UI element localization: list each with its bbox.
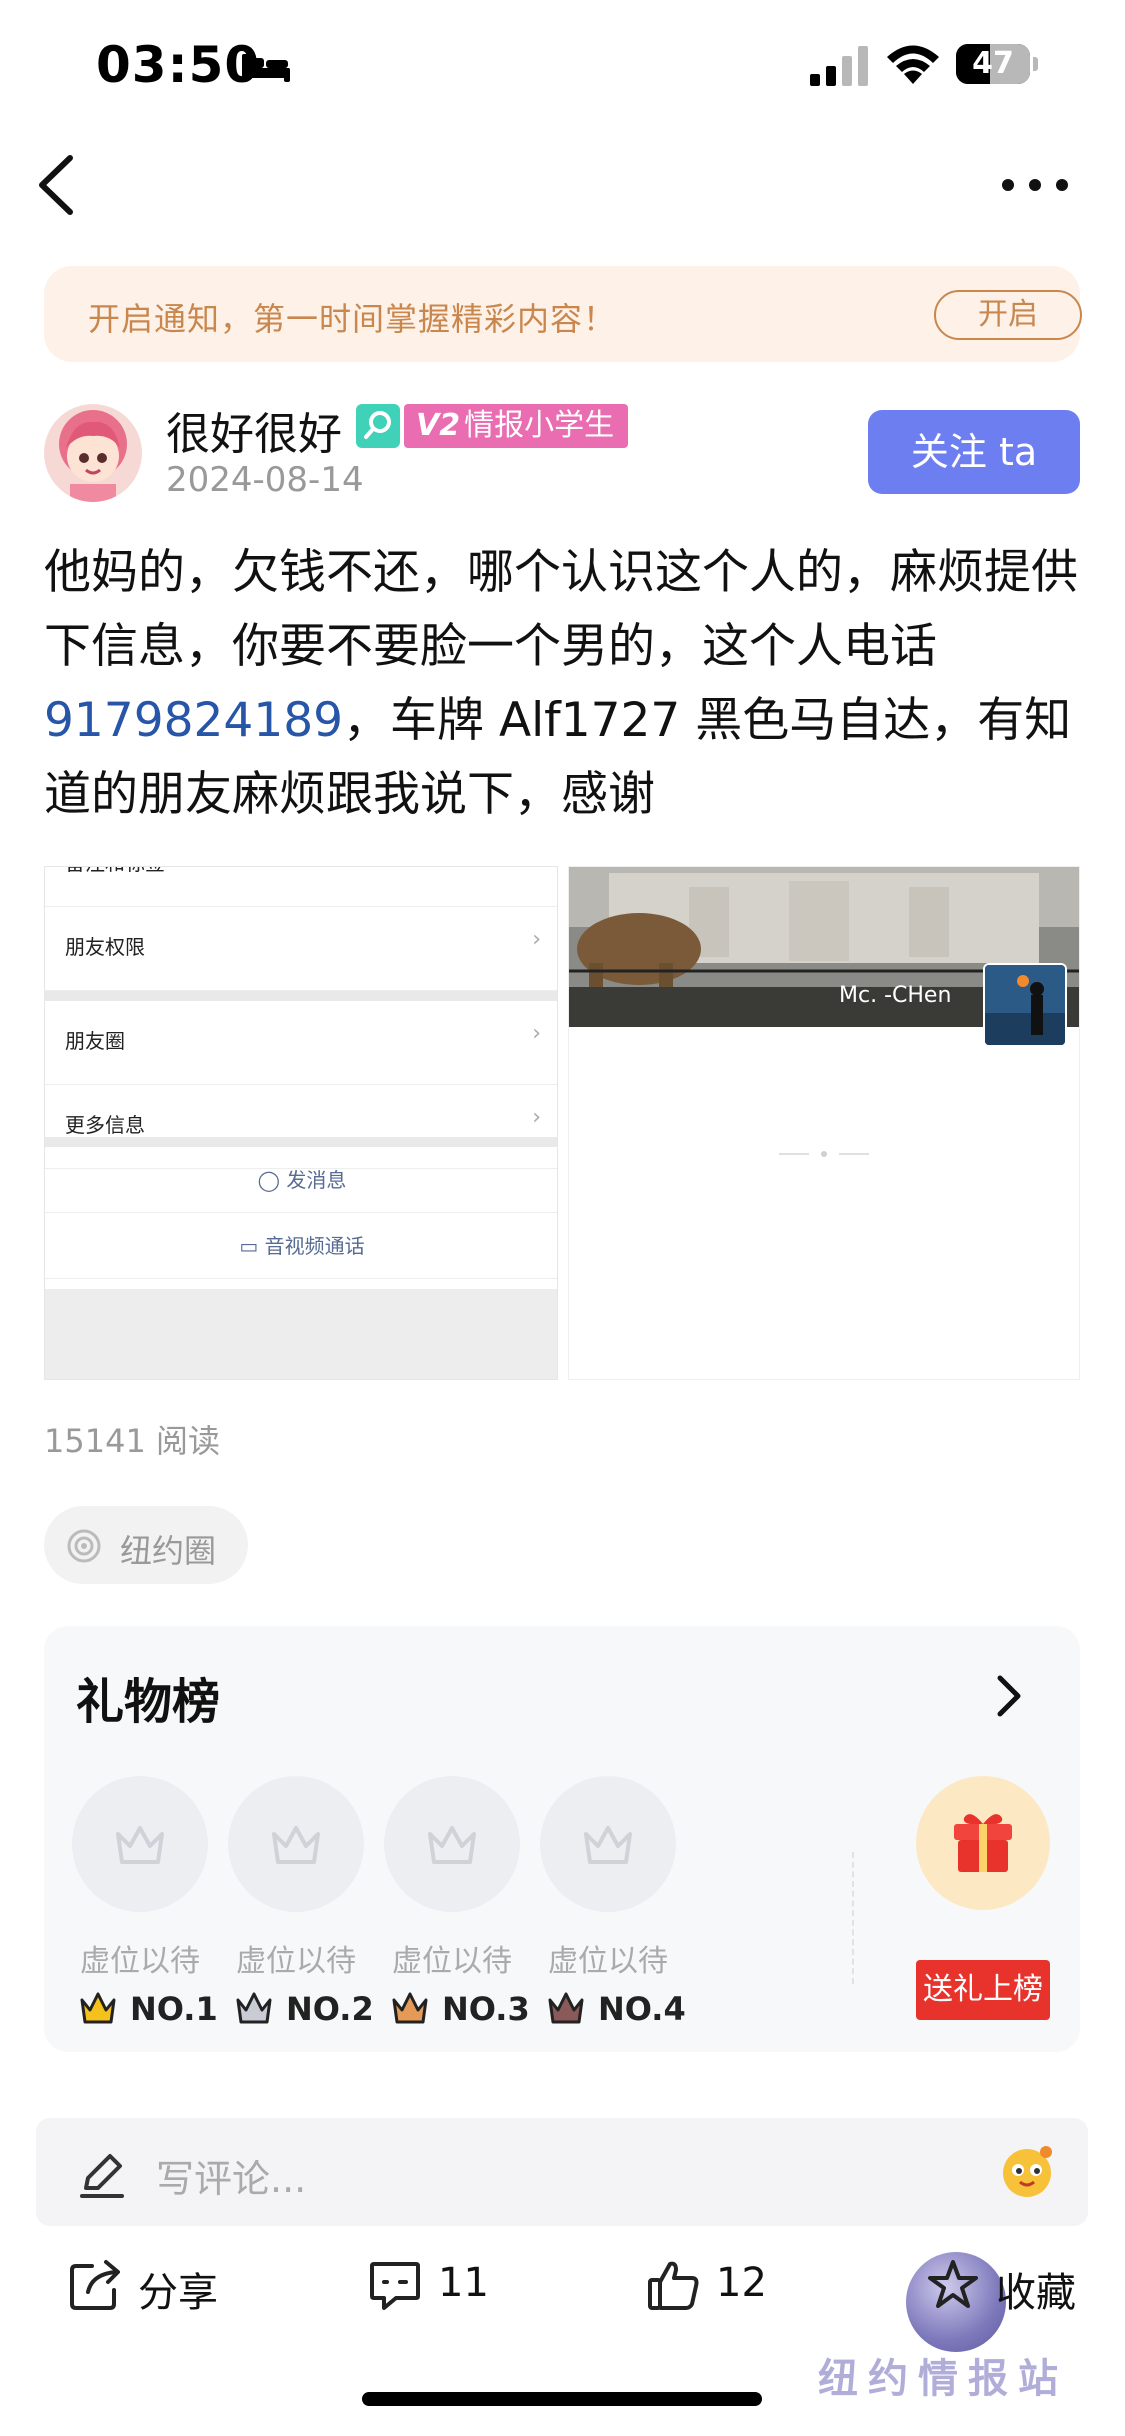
rank-crown-icon <box>236 1992 272 2024</box>
topic-tag[interactable]: 纽约圈 <box>44 1506 248 1584</box>
seat-rank: NO.1 <box>78 1988 228 2032</box>
rank-crown-icon <box>548 1992 584 2024</box>
level-prefix: V2 <box>416 408 461 443</box>
post-content: 他妈的，欠钱不还，哪个认识这个人的，麻烦提供下信息，你要不要脸一个男的，这个人电… <box>44 536 1084 832</box>
share-label: 分享 <box>138 2270 218 2316</box>
seat-rank: NO.4 <box>546 1988 696 2032</box>
star-icon <box>928 2260 978 2308</box>
pen-icon <box>80 2154 124 2198</box>
loading-indicator <box>779 1151 869 1157</box>
back-icon[interactable] <box>28 150 88 220</box>
crown-placeholder-icon <box>116 1826 164 1864</box>
post-date: 2024-08-14 <box>166 460 364 500</box>
topic-circle-icon <box>67 1529 101 1563</box>
user-level-badge: V2 情报小学生 <box>404 404 629 448</box>
video-icon: ▭ <box>239 1234 265 1258</box>
screenshot-row: 朋友权限 › <box>45 907 557 991</box>
read-count: 15141 阅读 <box>44 1422 220 1460</box>
status-bar: 03:50 47 <box>0 0 1125 130</box>
moments-username: Mc. -CHen <box>839 983 952 1008</box>
emoji-icon[interactable] <box>996 2140 1058 2202</box>
gift-leaderboard: 礼物榜 虚位以待 NO.1 虚位以待 NO.2 虚位以待 NO.3 虚位以待 N… <box>44 1626 1080 2052</box>
seat-label: 虚位以待 <box>548 1944 668 1979</box>
screenshot-send-message: ◯ 发消息 <box>45 1147 557 1213</box>
rank-crown-icon <box>80 1992 116 2024</box>
battery-indicator: 47 <box>956 44 1038 84</box>
gift-divider <box>852 1852 854 1984</box>
search-badge-icon <box>356 404 400 448</box>
share-icon <box>70 2260 120 2310</box>
favorite-label: 收藏 <box>996 2270 1076 2316</box>
screenshot-row: 备注和标签› <box>45 867 557 907</box>
send-gift-button[interactable]: 送礼上榜 <box>916 1960 1050 2020</box>
notification-text: 开启通知，第一时间掌握精彩内容！ <box>88 300 617 338</box>
seat-label: 虚位以待 <box>80 1944 200 1979</box>
thumbs-up-icon <box>648 2261 699 2310</box>
home-indicator[interactable] <box>362 2392 762 2406</box>
seat-rank: NO.2 <box>234 1988 384 2032</box>
screenshot-row: 朋友圈 › <box>45 1001 557 1085</box>
phone-number-link[interactable]: 9179824189 <box>44 693 343 748</box>
notification-banner: 开启通知，第一时间掌握精彩内容！ 开启 <box>44 266 1082 362</box>
follow-button[interactable]: 关注 ta <box>868 410 1080 494</box>
post-image-2[interactable]: Mc. -CHen <box>568 866 1080 1380</box>
seat-rank: NO.3 <box>390 1988 540 2032</box>
send-gift-circle[interactable] <box>916 1776 1050 1910</box>
gift-board-title: 礼物榜 <box>76 1674 221 1730</box>
seat-label: 虚位以待 <box>236 1944 356 1979</box>
comment-input[interactable]: 写评论... <box>36 2118 1088 2226</box>
crown-placeholder-icon <box>584 1826 632 1864</box>
more-options-icon[interactable] <box>990 170 1080 200</box>
level-name: 情报小学生 <box>464 408 615 443</box>
chevron-right-icon[interactable] <box>988 1668 1028 1724</box>
screenshot-video-call: ▭ 音视频通话 <box>45 1213 557 1279</box>
post-image-1[interactable]: 备注和标签› 朋友权限› 朋友圈› 更多信息› ◯ 发消息 ▭ 音视频通话 <box>44 866 558 1380</box>
rank-crown-icon <box>392 1992 428 2024</box>
battery-level: 47 <box>972 46 1014 81</box>
author-name[interactable]: 很好很好 <box>166 398 342 462</box>
author-avatar[interactable] <box>44 404 142 502</box>
comment-count: 11 <box>438 2260 489 2306</box>
crown-placeholder-icon <box>428 1826 476 1864</box>
comment-icon <box>370 2262 420 2310</box>
bed-icon <box>242 54 290 82</box>
seat-label: 虚位以待 <box>392 1944 512 1979</box>
status-time: 03:50 <box>96 36 261 94</box>
topic-tag-label: 纽约圈 <box>120 1532 217 1570</box>
watermark-text: 纽约情报站 <box>818 2356 1068 2402</box>
enable-notification-button[interactable]: 开启 <box>934 290 1082 340</box>
signal-icon <box>810 46 868 86</box>
wifi-icon <box>887 45 939 84</box>
chat-bubble-icon: ◯ <box>257 1168 287 1192</box>
like-count: 12 <box>716 2260 767 2306</box>
crown-placeholder-icon <box>272 1826 320 1864</box>
moments-avatar <box>983 963 1067 1047</box>
gift-box-icon <box>954 1814 1012 1872</box>
comment-placeholder: 写评论... <box>156 2157 307 2201</box>
post-text-1: 他妈的，欠钱不还，哪个认识这个人的，麻烦提供下信息，你要不要脸一个男的，这个人电… <box>44 545 1078 674</box>
